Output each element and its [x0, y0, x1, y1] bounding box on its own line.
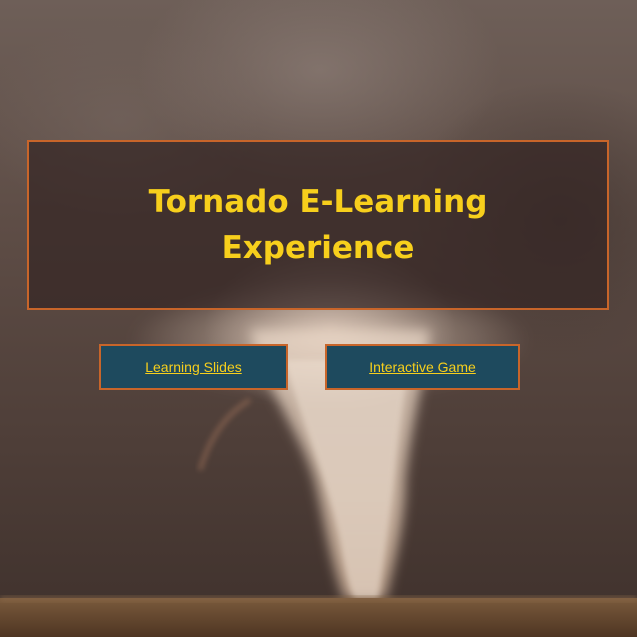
learning-slides-link[interactable]: Learning Slides [145, 359, 242, 375]
interactive-game-button[interactable]: Interactive Game [325, 344, 520, 390]
page-title: Tornado E-Learning Experience [128, 179, 508, 271]
title-banner: Tornado E-Learning Experience [27, 140, 609, 310]
page-title-line1: Tornado E-Learning [148, 184, 488, 220]
tornado-illustration [0, 280, 637, 637]
page-title-line2: Experience [221, 230, 415, 266]
tornado-background-image [0, 0, 637, 637]
learning-slides-button[interactable]: Learning Slides [99, 344, 288, 390]
interactive-game-link[interactable]: Interactive Game [369, 359, 476, 375]
